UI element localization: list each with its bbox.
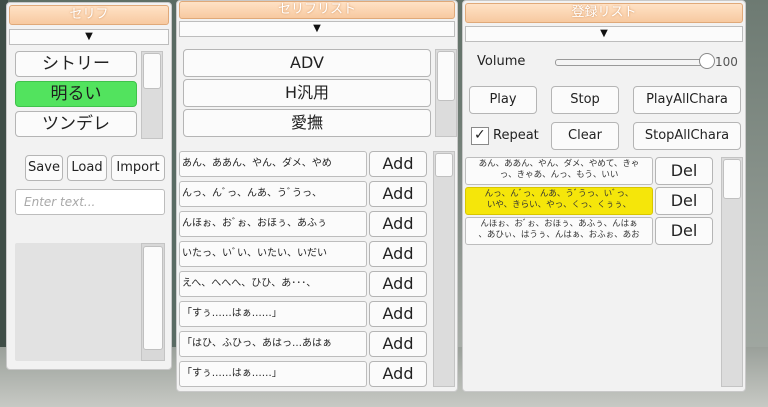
repeat-label: Repeat — [493, 128, 539, 143]
serif-item-scrollbar[interactable] — [433, 151, 455, 387]
text-input[interactable]: Enter text... — [15, 189, 165, 215]
repeat-checkbox[interactable]: ✓ — [471, 127, 489, 145]
scrollbar-thumb[interactable] — [723, 159, 741, 199]
serif-list-dropdown[interactable]: ▼ — [179, 21, 455, 37]
text-input-placeholder: Enter text... — [24, 195, 96, 209]
chevron-down-icon: ▼ — [85, 31, 93, 42]
serif-item-text[interactable]: えへ、へへへ、ひひ、あ･･･、 — [179, 271, 367, 297]
registered-item-text[interactable]: あん、ああん、やん、ダメ、やめて、きゃ っ、きゃあ、んっ、もう、いい — [465, 157, 653, 185]
clear-button[interactable]: Clear — [551, 122, 619, 150]
text-area-scrollbar[interactable] — [141, 243, 165, 361]
serif-panel: セリフ ▼ シトリー 明るい ツンデレ Save Load Import Ent… — [6, 2, 172, 370]
slider-track — [555, 59, 711, 66]
add-button[interactable]: Add — [369, 301, 427, 327]
checkmark-icon: ✓ — [474, 127, 486, 143]
add-button[interactable]: Add — [369, 181, 427, 207]
serif-panel-title: セリフ — [9, 5, 169, 25]
serif-dropdown[interactable]: ▼ — [9, 29, 169, 45]
add-button[interactable]: Add — [369, 271, 427, 297]
registered-item-line: 、あひぃ、はうぅ、んはぁ、おふぉ、あお — [478, 230, 640, 240]
registered-item-list: あん、ああん、やん、ダメ、やめて、きゃ っ、きゃあ、んっ、もう、いい Del ん… — [463, 155, 745, 389]
serif-type-shitori[interactable]: シトリー — [15, 51, 137, 77]
serif-item-text[interactable]: んっ、んﾞっ、んあ、うﾞうっ、 — [179, 181, 367, 207]
serif-type-list: シトリー 明るい ツンデレ — [13, 49, 169, 141]
serif-item-text[interactable]: 「すぅ……はぁ……」 — [179, 361, 367, 387]
play-button[interactable]: Play — [469, 86, 537, 114]
volume-value: 100 — [715, 55, 738, 69]
background-wall-right — [744, 0, 768, 407]
registered-item-text-active[interactable]: んっ、んﾞっ、んあ、うﾞうっ、いﾞっ、 いや、きらい、やっ、くっ、くぅぅ、 — [465, 187, 653, 215]
registered-item-line: っ、きゃあ、んっ、もう、いい — [499, 170, 619, 180]
category-h-general[interactable]: H汎用 — [183, 79, 431, 107]
serif-item-list: あん、ああん、やん、ダメ、やめ Add んっ、んﾞっ、んあ、うﾞうっ、 Add … — [177, 149, 457, 389]
add-button[interactable]: Add — [369, 361, 427, 387]
registered-item-scrollbar[interactable] — [721, 157, 743, 387]
scrollbar-thumb[interactable] — [435, 153, 453, 177]
scrollbar-thumb[interactable] — [143, 53, 161, 89]
registered-list-panel: 登録リスト ▼ Volume 100 Play Stop PlayAllChar… — [462, 0, 746, 392]
del-button[interactable]: Del — [655, 187, 713, 215]
serif-item-text[interactable]: 「はひ、ふひっ、あはっ…あはぁ — [179, 331, 367, 357]
chevron-down-icon: ▼ — [600, 28, 608, 39]
registered-list-panel-title: 登録リスト — [465, 3, 743, 23]
registered-item-text[interactable]: んほぉ、おﾞぉ、おほぅ、あふぅ、んはぁ 、あひぃ、はうぅ、んはぁ、おふぉ、あお — [465, 217, 653, 245]
serif-type-tsundere[interactable]: ツンデレ — [15, 111, 137, 137]
add-button[interactable]: Add — [369, 211, 427, 237]
category-scrollbar[interactable] — [435, 49, 457, 137]
add-button[interactable]: Add — [369, 331, 427, 357]
category-list: ADV H汎用 愛撫 — [181, 47, 457, 139]
scrollbar-thumb[interactable] — [143, 246, 163, 350]
add-button[interactable]: Add — [369, 151, 427, 177]
serif-list-panel-title: セリフリスト — [179, 1, 455, 19]
chevron-down-icon: ▼ — [313, 23, 321, 34]
stop-all-chara-button[interactable]: StopAllChara — [633, 122, 741, 150]
add-button[interactable]: Add — [369, 241, 427, 267]
serif-item-text[interactable]: んほぉ、おﾞぉ、おほぅ、あふぅ — [179, 211, 367, 237]
serif-list-panel: セリフリスト ▼ ADV H汎用 愛撫 あん、ああん、やん、ダメ、やめ Add … — [176, 0, 458, 392]
stop-button[interactable]: Stop — [551, 86, 619, 114]
serif-type-scrollbar[interactable] — [141, 51, 163, 139]
registered-list-dropdown[interactable]: ▼ — [465, 26, 743, 42]
load-button[interactable]: Load — [67, 155, 107, 181]
scrollbar-thumb[interactable] — [437, 51, 455, 101]
registered-item-line: んほぉ、おﾞぉ、おほぅ、あふぅ、んはぁ — [480, 219, 638, 229]
volume-label: Volume — [477, 54, 526, 69]
serif-type-akarui[interactable]: 明るい — [15, 81, 137, 107]
category-adv[interactable]: ADV — [183, 49, 431, 77]
import-button[interactable]: Import — [111, 155, 165, 181]
volume-slider[interactable] — [555, 53, 715, 71]
serif-item-text[interactable]: 「すぅ……はぁ……」 — [179, 301, 367, 327]
registered-item-line: んっ、んﾞっ、んあ、うﾞうっ、いﾞっ、 — [484, 189, 634, 199]
serif-item-text[interactable]: いたっ、いﾞい、いたい、いだい — [179, 241, 367, 267]
del-button[interactable]: Del — [655, 157, 713, 185]
registered-item-line: あん、ああん、やん、ダメ、やめて、きゃ — [478, 159, 640, 169]
slider-handle[interactable] — [699, 53, 715, 69]
del-button[interactable]: Del — [655, 217, 713, 245]
registered-item-line: いや、きらい、やっ、くっ、くぅぅ、 — [486, 200, 632, 210]
serif-text-area — [15, 243, 165, 361]
save-button[interactable]: Save — [25, 155, 63, 181]
serif-item-text[interactable]: あん、ああん、やん、ダメ、やめ — [179, 151, 367, 177]
category-caress[interactable]: 愛撫 — [183, 109, 431, 137]
play-all-chara-button[interactable]: PlayAllChara — [633, 86, 741, 114]
